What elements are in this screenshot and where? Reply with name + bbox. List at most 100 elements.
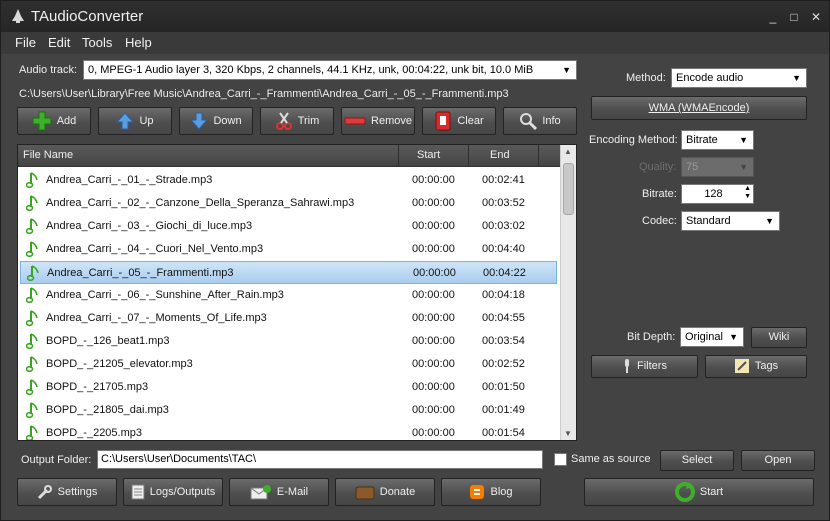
same-as-source-checkbox[interactable] bbox=[554, 453, 567, 466]
encoder-button[interactable]: WMA (WMAEncode) bbox=[591, 96, 807, 120]
table-row[interactable]: Andrea_Carri_-_01_-_Strade.mp3 00:00:00 00… bbox=[20, 169, 557, 192]
current-file-path: C:\Users\User\Library\Free Music\Andrea_… bbox=[19, 88, 509, 100]
table-row[interactable]: Andrea_Carri_-_03_-_Giochi_di_luce.mp3 00… bbox=[20, 215, 557, 238]
end-cell: 00:04:40 bbox=[482, 243, 525, 255]
app-icon bbox=[12, 9, 24, 23]
donate-label: Donate bbox=[379, 486, 416, 498]
bitrate-spinner[interactable]: 128 ▲ ▼ bbox=[681, 184, 754, 204]
column-file-name[interactable]: File Name bbox=[23, 149, 73, 161]
menu-file[interactable]: File bbox=[15, 35, 36, 50]
output-folder-input[interactable]: C:\Users\User\Documents\TAC\ bbox=[97, 450, 543, 469]
clear-button[interactable]: Clear bbox=[422, 107, 496, 135]
method-value: Encode audio bbox=[676, 72, 744, 84]
chevron-down-icon: ▼ bbox=[739, 135, 748, 145]
music-note-icon bbox=[26, 333, 38, 350]
menu-bar: File Edit Tools Help bbox=[1, 32, 829, 54]
tags-button[interactable]: Tags bbox=[705, 355, 807, 378]
table-row[interactable]: BOPD_-_21705.mp3 00:00:00 00:01:50 bbox=[20, 376, 557, 399]
column-divider bbox=[398, 145, 399, 167]
file-name-cell: Andrea_Carri_-_03_-_Giochi_di_luce.mp3 bbox=[46, 220, 253, 232]
encoding-method-label: Encoding Method: bbox=[589, 134, 678, 146]
add-label: Add bbox=[56, 115, 77, 127]
scroll-up-icon[interactable]: ▲ bbox=[564, 147, 572, 156]
blog-button[interactable]: Blog bbox=[441, 478, 541, 506]
trim-button[interactable]: Trim bbox=[260, 107, 334, 135]
table-row[interactable]: Andrea_Carri_-_05_-_Frammenti.mp3 00:00:0… bbox=[20, 261, 557, 284]
filters-button[interactable]: Filters bbox=[591, 355, 698, 378]
encoding-method-select[interactable]: Bitrate ▼ bbox=[681, 130, 754, 150]
file-list[interactable]: File Name Start End Andrea_Carri_-_01_-_… bbox=[17, 144, 577, 441]
start-cell: 00:00:00 bbox=[412, 174, 455, 186]
donate-button[interactable]: Donate bbox=[335, 478, 435, 506]
music-note-icon bbox=[27, 265, 39, 282]
file-name-cell: BOPD_-_126_beat1.mp3 bbox=[46, 335, 170, 347]
microphone-icon bbox=[625, 359, 630, 374]
table-row[interactable]: BOPD_-_21805_dai.mp3 00:00:00 00:01:49 bbox=[20, 399, 557, 422]
menu-help[interactable]: Help bbox=[125, 35, 152, 50]
spinner-arrows-icon[interactable]: ▲ ▼ bbox=[744, 185, 751, 201]
menu-edit[interactable]: Edit bbox=[48, 35, 70, 50]
table-row[interactable]: Andrea_Carri_-_06_-_Sunshine_After_Rain.… bbox=[20, 284, 557, 307]
wiki-button[interactable]: Wiki bbox=[751, 327, 807, 348]
app-window: TAudioConverter _ □ ✕ File Edit Tools He… bbox=[0, 0, 830, 521]
table-row[interactable]: Andrea_Carri_-_07_-_Moments_Of_Life.mp3 0… bbox=[20, 307, 557, 330]
table-row[interactable]: BOPD_-_2205.mp3 00:00:00 00:01:54 bbox=[20, 422, 557, 440]
info-button[interactable]: Info bbox=[503, 107, 577, 135]
audio-track-label: Audio track: bbox=[19, 64, 78, 76]
music-note-icon bbox=[26, 425, 38, 440]
add-button[interactable]: Add bbox=[17, 107, 91, 135]
end-cell: 00:02:41 bbox=[482, 174, 525, 186]
bit-depth-select[interactable]: Original ▼ bbox=[680, 327, 744, 347]
start-cell: 00:00:00 bbox=[412, 404, 455, 416]
settings-button[interactable]: Settings bbox=[17, 478, 117, 506]
column-start[interactable]: Start bbox=[417, 149, 440, 161]
vertical-scrollbar[interactable]: ▲ ▼ bbox=[560, 145, 576, 440]
bit-depth-label: Bit Depth: bbox=[627, 331, 676, 343]
scroll-thumb[interactable] bbox=[563, 163, 574, 215]
start-cell: 00:00:00 bbox=[412, 197, 455, 209]
music-note-icon bbox=[26, 218, 38, 235]
start-cell: 00:00:00 bbox=[412, 335, 455, 347]
chevron-down-icon: ▼ bbox=[729, 332, 738, 342]
start-button[interactable]: Start bbox=[584, 478, 814, 506]
down-button[interactable]: Down bbox=[179, 107, 253, 135]
table-row[interactable]: BOPD_-_126_beat1.mp3 00:00:00 00:03:54 bbox=[20, 330, 557, 353]
start-label: Start bbox=[699, 486, 724, 498]
quality-select: 75 ▼ bbox=[681, 157, 754, 177]
start-cell: 00:00:00 bbox=[412, 220, 455, 232]
file-name-cell: Andrea_Carri_-_04_-_Cuori_Nel_Vento.mp3 bbox=[46, 243, 264, 255]
end-cell: 00:01:49 bbox=[482, 404, 525, 416]
open-button[interactable]: Open bbox=[741, 450, 815, 471]
email-button[interactable]: E-Mail bbox=[229, 478, 329, 506]
start-cell: 00:00:00 bbox=[412, 427, 455, 439]
maximize-icon[interactable]: □ bbox=[787, 10, 801, 24]
file-name-cell: BOPD_-_2205.mp3 bbox=[46, 427, 142, 439]
scroll-down-icon[interactable]: ▼ bbox=[564, 429, 572, 438]
blog-label: Blog bbox=[490, 486, 513, 498]
close-icon[interactable]: ✕ bbox=[809, 10, 823, 24]
logs-outputs-button[interactable]: Logs/Outputs bbox=[123, 478, 223, 506]
codec-select[interactable]: Standard ▼ bbox=[681, 211, 780, 231]
arrow-up-icon bbox=[116, 112, 135, 130]
filters-label: Filters bbox=[637, 360, 667, 372]
end-cell: 00:04:22 bbox=[483, 267, 526, 279]
arrow-down-icon bbox=[190, 112, 209, 130]
method-label: Method: bbox=[626, 72, 666, 84]
table-row[interactable]: Andrea_Carri_-_04_-_Cuori_Nel_Vento.mp3 0… bbox=[20, 238, 557, 261]
start-cell: 00:00:00 bbox=[412, 289, 455, 301]
minimize-icon[interactable]: _ bbox=[766, 10, 780, 24]
table-row[interactable]: BOPD_-_21205_elevator.mp3 00:00:00 00:02:5… bbox=[20, 353, 557, 376]
audio-track-select[interactable]: 0, MPEG-1 Audio layer 3, 320 Kbps, 2 cha… bbox=[83, 60, 577, 80]
bitrate-label: Bitrate: bbox=[642, 188, 677, 200]
select-button[interactable]: Select bbox=[660, 450, 734, 471]
remove-label: Remove bbox=[371, 115, 412, 127]
remove-button[interactable]: Remove bbox=[341, 107, 415, 135]
column-end[interactable]: End bbox=[490, 149, 510, 161]
menu-tools[interactable]: Tools bbox=[82, 35, 112, 50]
up-button[interactable]: Up bbox=[98, 107, 172, 135]
table-row[interactable]: Andrea_Carri_-_02_-_Canzone_Della_Speran… bbox=[20, 192, 557, 215]
start-cell: 00:00:00 bbox=[412, 312, 455, 324]
end-cell: 00:04:55 bbox=[482, 312, 525, 324]
end-cell: 00:03:02 bbox=[482, 220, 525, 232]
method-select[interactable]: Encode audio ▼ bbox=[671, 68, 807, 88]
